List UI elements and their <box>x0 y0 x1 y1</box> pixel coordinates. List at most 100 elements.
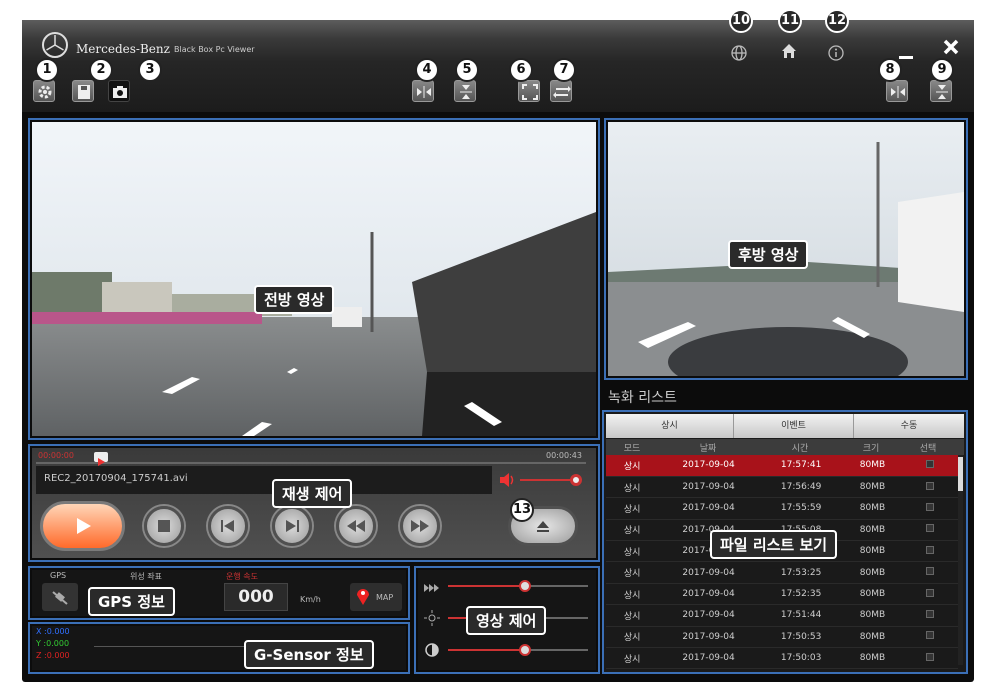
rewind-icon <box>347 520 365 532</box>
row-mode: 상시 <box>606 497 659 520</box>
volume-icon[interactable] <box>498 472 516 488</box>
front-horizontal-flip-button[interactable] <box>412 80 434 102</box>
row-select[interactable] <box>901 540 958 563</box>
globe-icon[interactable] <box>730 44 748 62</box>
previous-button[interactable] <box>208 506 248 546</box>
minimize-icon[interactable] <box>897 44 915 62</box>
select-checkbox[interactable] <box>925 524 934 533</box>
callout-4: 4 <box>415 58 439 82</box>
play-button[interactable] <box>40 501 125 551</box>
row-select[interactable] <box>901 455 958 477</box>
viewer-window: Mercedes-Benz Black Box Pc Viewer 1 2 3 … <box>22 9 974 682</box>
close-icon[interactable] <box>942 38 960 56</box>
title-bar: Mercedes-Benz Black Box Pc Viewer 1 2 3 … <box>22 9 974 112</box>
table-row[interactable]: 상시 2017-09-04 17:50:53 80MB <box>606 626 958 649</box>
playback-speed-slider[interactable] <box>448 580 588 592</box>
vertical-flip-icon <box>460 85 472 99</box>
front-video-label: 전방 영상 <box>254 285 335 314</box>
list-scroll-thumb[interactable] <box>958 457 963 491</box>
next-button[interactable] <box>272 506 312 546</box>
save-button[interactable] <box>72 80 94 102</box>
row-select[interactable] <box>901 519 958 542</box>
horizontal-flip-icon <box>417 86 431 98</box>
gear-icon <box>38 85 52 99</box>
row-time: 17:57:41 <box>758 455 844 477</box>
save-icon <box>78 85 90 99</box>
select-checkbox[interactable] <box>925 652 934 661</box>
col-date: 날짜 <box>699 444 717 454</box>
table-row[interactable]: 상시 2017-09-04 17:53:25 80MB <box>606 561 958 584</box>
tab-manual[interactable]: 수동 <box>854 414 964 438</box>
table-row[interactable]: 상시 2017-09-04 17:55:59 80MB <box>606 497 958 520</box>
seek-bar[interactable]: 00:00:00 00:00:43 <box>36 451 586 466</box>
brightness-icon <box>424 610 440 626</box>
map-button[interactable]: MAP <box>350 583 402 611</box>
contrast-slider[interactable] <box>448 644 588 656</box>
rewind-button[interactable] <box>336 506 376 546</box>
row-select[interactable] <box>901 497 958 520</box>
select-checkbox[interactable] <box>925 588 934 597</box>
skip-back-icon <box>221 520 234 532</box>
row-mode: 상시 <box>606 647 659 670</box>
row-select[interactable] <box>901 626 958 649</box>
list-scrollbar[interactable] <box>958 455 963 665</box>
stop-button[interactable] <box>144 506 184 546</box>
file-list-label: 파일 리스트 보기 <box>710 530 838 559</box>
home-icon[interactable] <box>780 42 798 60</box>
swap-view-button[interactable] <box>550 80 572 102</box>
fast-forward-button[interactable] <box>400 506 440 546</box>
table-row[interactable]: 상시 2017-09-04 17:57:41 80MB <box>606 455 958 477</box>
contrast-fill <box>448 649 525 651</box>
tab-event[interactable]: 이벤트 <box>734 414 854 438</box>
volume-slider[interactable] <box>520 474 582 486</box>
map-label: MAP <box>376 593 394 602</box>
row-select[interactable] <box>901 647 958 670</box>
camera-icon <box>113 86 127 98</box>
playback-speed-handle[interactable] <box>519 580 531 592</box>
front-video[interactable] <box>32 122 596 436</box>
table-row[interactable]: 상시 2017-09-04 17:50:03 80MB <box>606 647 958 670</box>
table-row[interactable]: 상시 2017-09-04 17:56:49 80MB <box>606 476 958 499</box>
callout-9: 9 <box>930 58 954 82</box>
seek-handle[interactable] <box>94 452 108 466</box>
fullscreen-button[interactable] <box>518 80 540 102</box>
row-mode: 상시 <box>606 561 659 584</box>
select-checkbox[interactable] <box>925 502 934 511</box>
col-time: 시간 <box>791 444 809 454</box>
contrast-icon <box>424 642 440 658</box>
video-control-label: 영상 제어 <box>466 606 547 635</box>
row-date: 2017-09-04 <box>658 604 759 627</box>
select-checkbox[interactable] <box>925 609 934 618</box>
rear-horizontal-flip-button[interactable] <box>886 80 908 102</box>
rear-vertical-flip-button[interactable] <box>930 80 952 102</box>
gsensor-x: X :0.000 <box>36 627 70 636</box>
select-checkbox[interactable] <box>925 567 934 576</box>
brand-name: Mercedes-Benz <box>76 42 170 56</box>
select-checkbox[interactable] <box>925 481 934 490</box>
volume-handle[interactable] <box>570 474 582 486</box>
row-select[interactable] <box>901 476 958 499</box>
row-select[interactable] <box>901 604 958 627</box>
contrast-handle[interactable] <box>519 644 531 656</box>
time-start: 00:00:00 <box>38 451 74 460</box>
table-row[interactable]: 상시 2017-09-04 17:51:44 80MB <box>606 604 958 627</box>
row-select[interactable] <box>901 561 958 584</box>
row-date: 2017-09-04 <box>658 497 759 520</box>
capture-button[interactable] <box>108 80 130 102</box>
settings-button[interactable] <box>33 80 55 102</box>
select-checkbox[interactable] <box>925 631 934 640</box>
speed-display: 000 <box>224 583 288 611</box>
select-checkbox[interactable] <box>925 545 934 554</box>
row-select[interactable] <box>901 583 958 606</box>
table-row[interactable]: 상시 2017-09-04 17:52:35 80MB <box>606 583 958 606</box>
row-time: 17:50:03 <box>758 647 844 670</box>
row-size: 80MB <box>843 583 902 606</box>
playback-speed-fill <box>448 585 525 587</box>
row-time: 17:56:49 <box>758 476 844 499</box>
front-vertical-flip-button[interactable] <box>454 80 476 102</box>
callout-8: 8 <box>878 58 902 82</box>
gps-panel: GPS 위성 좌표 운행 속도 000 Km/h MAP GPS 정보 <box>28 566 410 620</box>
tab-continuous[interactable]: 상시 <box>606 414 734 438</box>
info-icon[interactable] <box>827 44 845 62</box>
select-checkbox[interactable] <box>925 459 934 468</box>
